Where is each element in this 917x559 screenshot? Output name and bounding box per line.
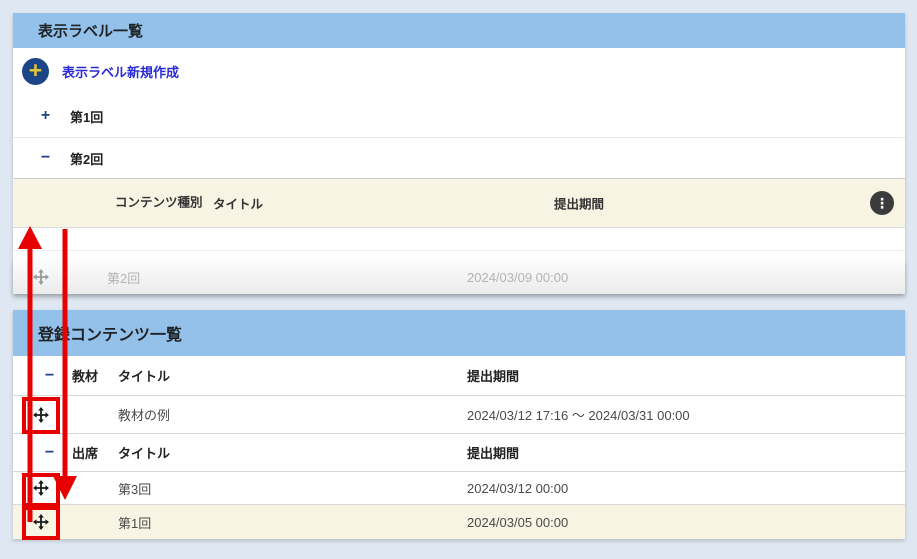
column-header-content-type: コンテンツ種別 (115, 194, 203, 212)
panel-title-bar: 登録コンテンツ一覧 (13, 310, 905, 356)
move-handle-icon[interactable] (33, 480, 49, 496)
move-handle-icon[interactable] (33, 514, 49, 530)
move-handle-icon[interactable] (33, 269, 49, 285)
content-row-dai1kai: 第1回 2024/03/05 00:00 (13, 505, 905, 539)
empty-drop-row (13, 228, 905, 251)
content-title: 第1回 (118, 513, 467, 532)
label-group-name: 第1回 (70, 107, 103, 126)
label-group-row-1[interactable]: + 第1回 (13, 95, 905, 138)
content-row-kyozai-example: 教材の例 2024/03/12 17:16 ～ 2024/03/31 00:00 (13, 396, 905, 434)
kebab-menu-icon[interactable]: ⋮ (870, 191, 894, 215)
add-circle-icon[interactable]: + (22, 58, 49, 85)
registered-contents-panel: 登録コンテンツ一覧 − 教材 タイトル 提出期間 教材の例 2024/03/12… (13, 310, 905, 539)
content-period: 2024/03/12 00:00 (467, 481, 905, 496)
create-label-row: + 表示ラベル新規作成 (13, 48, 905, 95)
label-table-header: コンテンツ種別 タイトル 提出期間 ⋮ (13, 178, 905, 228)
group-type-label: 出席 (57, 443, 118, 462)
content-period: 2024/03/05 00:00 (467, 515, 905, 530)
content-group-header-shusseki: − 出席 タイトル 提出期間 (13, 434, 905, 472)
create-label-link[interactable]: 表示ラベル新規作成 (62, 62, 179, 81)
label-group-name: 第2回 (70, 149, 103, 168)
ghost-row-period: 2024/03/09 00:00 (467, 270, 905, 285)
empty-drop-gap (13, 251, 905, 260)
content-title: 教材の例 (118, 405, 467, 424)
column-header-period: 提出期間 (467, 366, 905, 385)
display-label-list-panel: 表示ラベル一覧 + 表示ラベル新規作成 + 第1回 − 第2回 コンテンツ種別 … (13, 13, 905, 294)
column-header-title: タイトル (213, 194, 263, 213)
page: 表示ラベル一覧 + 表示ラベル新規作成 + 第1回 − 第2回 コンテンツ種別 … (0, 0, 917, 559)
move-handle-icon[interactable] (33, 407, 49, 423)
expand-icon[interactable]: + (38, 107, 53, 125)
content-row-dai3kai: 第3回 2024/03/12 00:00 (13, 472, 905, 505)
drag-ghost-row: 第2回 2024/03/09 00:00 (13, 260, 905, 294)
content-period: 2024/03/12 17:16 ～ 2024/03/31 00:00 (467, 405, 905, 424)
collapse-icon[interactable]: − (38, 149, 53, 167)
column-header-period: 提出期間 (554, 194, 604, 213)
collapse-icon[interactable]: − (42, 444, 57, 462)
collapse-icon[interactable]: − (42, 367, 57, 385)
column-header-period: 提出期間 (467, 443, 905, 462)
ghost-row-title: 第2回 (107, 268, 467, 287)
page-title: 登録コンテンツ一覧 (38, 321, 182, 345)
label-group-row-2[interactable]: − 第2回 (13, 138, 905, 178)
content-group-header-kyozai: − 教材 タイトル 提出期間 (13, 356, 905, 396)
group-type-label: 教材 (57, 366, 118, 385)
page-title: 表示ラベル一覧 (38, 20, 143, 41)
panel-title-bar: 表示ラベル一覧 (13, 13, 905, 48)
column-header-title: タイトル (118, 443, 467, 462)
content-title: 第3回 (118, 479, 467, 498)
column-header-title: タイトル (118, 366, 467, 385)
